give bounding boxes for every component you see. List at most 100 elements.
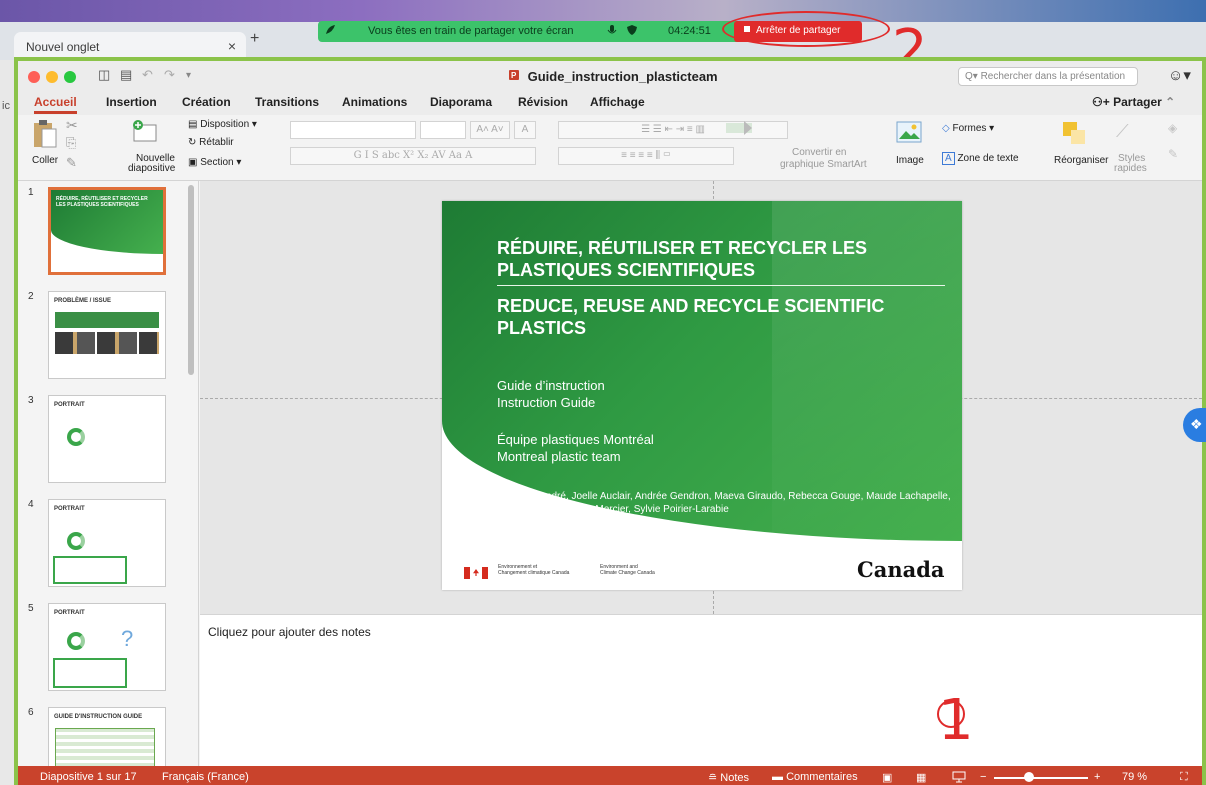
sidebar-toggle-icon[interactable]: ◫ (98, 67, 110, 83)
convert-smartart-label-1[interactable]: Convertir en (792, 147, 846, 158)
notes-placeholder[interactable]: Cliquez pour ajouter des notes (208, 625, 371, 639)
clear-formatting-icon[interactable]: A (514, 121, 536, 139)
slide-authors[interactable]: Chantale André, Joelle Auclair, Andrée G… (497, 490, 957, 516)
customize-toolbar-icon[interactable]: ▾ (186, 70, 191, 81)
comment-icon: ▬ (772, 771, 787, 783)
arrange-icon[interactable] (1062, 121, 1088, 150)
thumbnail-highlight-box (53, 556, 127, 584)
department-en-line-2: Climate Change Canada (600, 570, 655, 576)
team-label-en[interactable]: Montreal plastic team (497, 448, 621, 465)
reset-button[interactable]: ↻ Rétablir (188, 137, 234, 148)
tab-close-icon[interactable]: × (228, 38, 236, 54)
left-edge-text: ic (2, 100, 10, 112)
document-title: P Guide_instruction_plasticteam (508, 69, 718, 84)
layout-button[interactable]: ▤ Disposition ▾ (188, 119, 257, 130)
tab-transitions[interactable]: Transitions (255, 95, 319, 109)
collapse-ribbon-icon[interactable]: ⌃ (1162, 95, 1175, 109)
slideshow-view-icon[interactable] (952, 771, 966, 785)
comments-toggle-button[interactable]: ▬ Commentaires (772, 771, 858, 783)
font-size-dropdown[interactable] (420, 121, 466, 139)
font-style-buttons[interactable]: G I S abc X² X₂ AV Aa A (290, 147, 536, 165)
tab-affichage[interactable]: Affichage (590, 95, 645, 109)
tab-revision[interactable]: Révision (518, 95, 568, 109)
tab-insertion[interactable]: Insertion (106, 95, 157, 109)
guide-label-fr[interactable]: Guide d’instruction (497, 377, 605, 394)
maximize-window-icon[interactable] (64, 71, 76, 83)
slide-title-en[interactable]: REDUCE, REUSE AND RECYCLE SCIENTIFIC PLA… (497, 295, 947, 339)
share-leaf-icon (324, 24, 336, 39)
copy-icon[interactable]: ⎘ (66, 135, 76, 151)
slide-title-fr[interactable]: RÉDUIRE, RÉUTILISER ET RECYCLER LES PLAS… (497, 237, 947, 281)
zoom-out-button[interactable]: − (980, 771, 986, 783)
slide-thumbnail-6[interactable]: GUIDE D'INSTRUCTION GUIDE (48, 707, 166, 766)
thumbnail-title: PROBLÈME / ISSUE (54, 298, 112, 304)
close-window-icon[interactable] (28, 71, 40, 83)
minimize-window-icon[interactable] (46, 71, 58, 83)
notes-pane[interactable]: Cliquez pour ajouter des notes (200, 614, 1202, 766)
fit-to-window-icon[interactable]: ⛶ (1180, 771, 1188, 784)
zoom-in-button[interactable]: + (1094, 771, 1100, 783)
arrange-button[interactable]: Réorganiser (1054, 155, 1108, 166)
thumbnail-title: PORTRAIT (54, 506, 85, 512)
outline-color-icon[interactable]: ✎ (1168, 147, 1178, 161)
font-grow-shrink-buttons[interactable]: A˄ A˅ (470, 121, 510, 139)
guide-label-en[interactable]: Instruction Guide (497, 394, 595, 411)
paste-button[interactable]: Coller (32, 155, 58, 166)
undo-icon[interactable]: ↶ (142, 67, 153, 83)
thumbnail-table (55, 728, 155, 766)
zoom-slider-handle[interactable] (1024, 772, 1034, 782)
zoom-slider[interactable] (994, 777, 1088, 779)
slide-thumbnail-5[interactable]: PORTRAIT ? (48, 603, 166, 691)
thumbnail-scrollbar[interactable] (188, 185, 194, 375)
save-icon[interactable]: ▤ (120, 67, 132, 83)
language-indicator[interactable]: Français (France) (162, 771, 249, 783)
slide-thumbnail-2[interactable]: PROBLÈME / ISSUE (48, 291, 166, 379)
title-separator (497, 285, 945, 286)
section-button[interactable]: ▣ Section ▾ (188, 157, 241, 168)
convert-smartart-label-2[interactable]: graphique SmartArt (780, 159, 867, 170)
font-name-dropdown[interactable] (290, 121, 416, 139)
shapes-button[interactable]: ◇ Formes ▾ (942, 123, 994, 134)
search-presentation-input[interactable]: Q▾ Rechercher dans la présentation (958, 67, 1138, 86)
redo-icon[interactable]: ↷ (164, 67, 175, 83)
quick-styles-icon[interactable]: ⟋ (1116, 121, 1129, 142)
feedback-smiley-icon[interactable]: ☺▾ (1168, 66, 1191, 84)
screen-share-banner: Vous êtes en train de partager votre écr… (318, 21, 741, 42)
current-slide[interactable]: RÉDUIRE, RÉUTILISER ET RECYCLER LES PLAS… (442, 201, 962, 590)
tab-creation[interactable]: Création (182, 95, 231, 109)
new-slide-icon[interactable] (130, 119, 158, 148)
new-tab-button[interactable]: + (250, 30, 259, 48)
tab-animations[interactable]: Animations (342, 95, 407, 109)
cut-icon[interactable]: ✂ (66, 117, 78, 134)
fill-color-icon[interactable]: ◈ (1168, 121, 1177, 135)
slide-thumbnail-4[interactable]: PORTRAIT (48, 499, 166, 587)
alignment-buttons[interactable]: ≡ ≡ ≡ ≡ ⫼ ▭ (558, 147, 734, 165)
search-placeholder: Rechercher dans la présentation (980, 71, 1126, 82)
smartart-icon[interactable] (724, 119, 754, 140)
notes-toggle-button[interactable]: ≘ Notes (708, 771, 749, 784)
textbox-label: Zone de texte (957, 153, 1019, 164)
team-label-fr[interactable]: Équipe plastiques Montréal (497, 431, 654, 448)
thumbnail-title: RÉDUIRE, RÉUTILISER ET RECYCLER LES PLAS… (56, 196, 148, 208)
notes-icon: ≘ (708, 772, 721, 784)
textbox-button[interactable]: A Zone de texte (942, 152, 1019, 165)
image-icon[interactable] (896, 121, 922, 148)
slide-thumbnail-3[interactable]: PORTRAIT (48, 395, 166, 483)
mic-icon[interactable] (606, 24, 618, 39)
quick-styles-label-2[interactable]: rapides (1114, 163, 1147, 174)
section-label: Section (200, 157, 234, 168)
search-icon: Q▾ (965, 71, 981, 82)
image-button[interactable]: Image (896, 155, 924, 166)
browser-tab[interactable]: Nouvel onglet × (14, 32, 246, 60)
slide-thumbnail-1[interactable]: RÉDUIRE, RÉUTILISER ET RECYCLER LES PLAS… (48, 187, 166, 275)
format-painter-icon[interactable]: ✎ (66, 155, 77, 171)
slide-sorter-icon[interactable]: ▦ (916, 771, 926, 784)
share-button[interactable]: ⚇+ Partager ⌃ (1092, 95, 1175, 109)
clipboard-icon[interactable] (32, 119, 58, 154)
tab-diaporama[interactable]: Diaporama (430, 95, 492, 109)
annotation-oval-stop-sharing (722, 11, 890, 47)
zoom-level[interactable]: 79 % (1122, 771, 1147, 783)
new-slide-label-2[interactable]: diapositive (128, 163, 175, 174)
normal-view-icon[interactable]: ▣ (882, 771, 892, 784)
tab-accueil[interactable]: Accueil (34, 95, 77, 114)
